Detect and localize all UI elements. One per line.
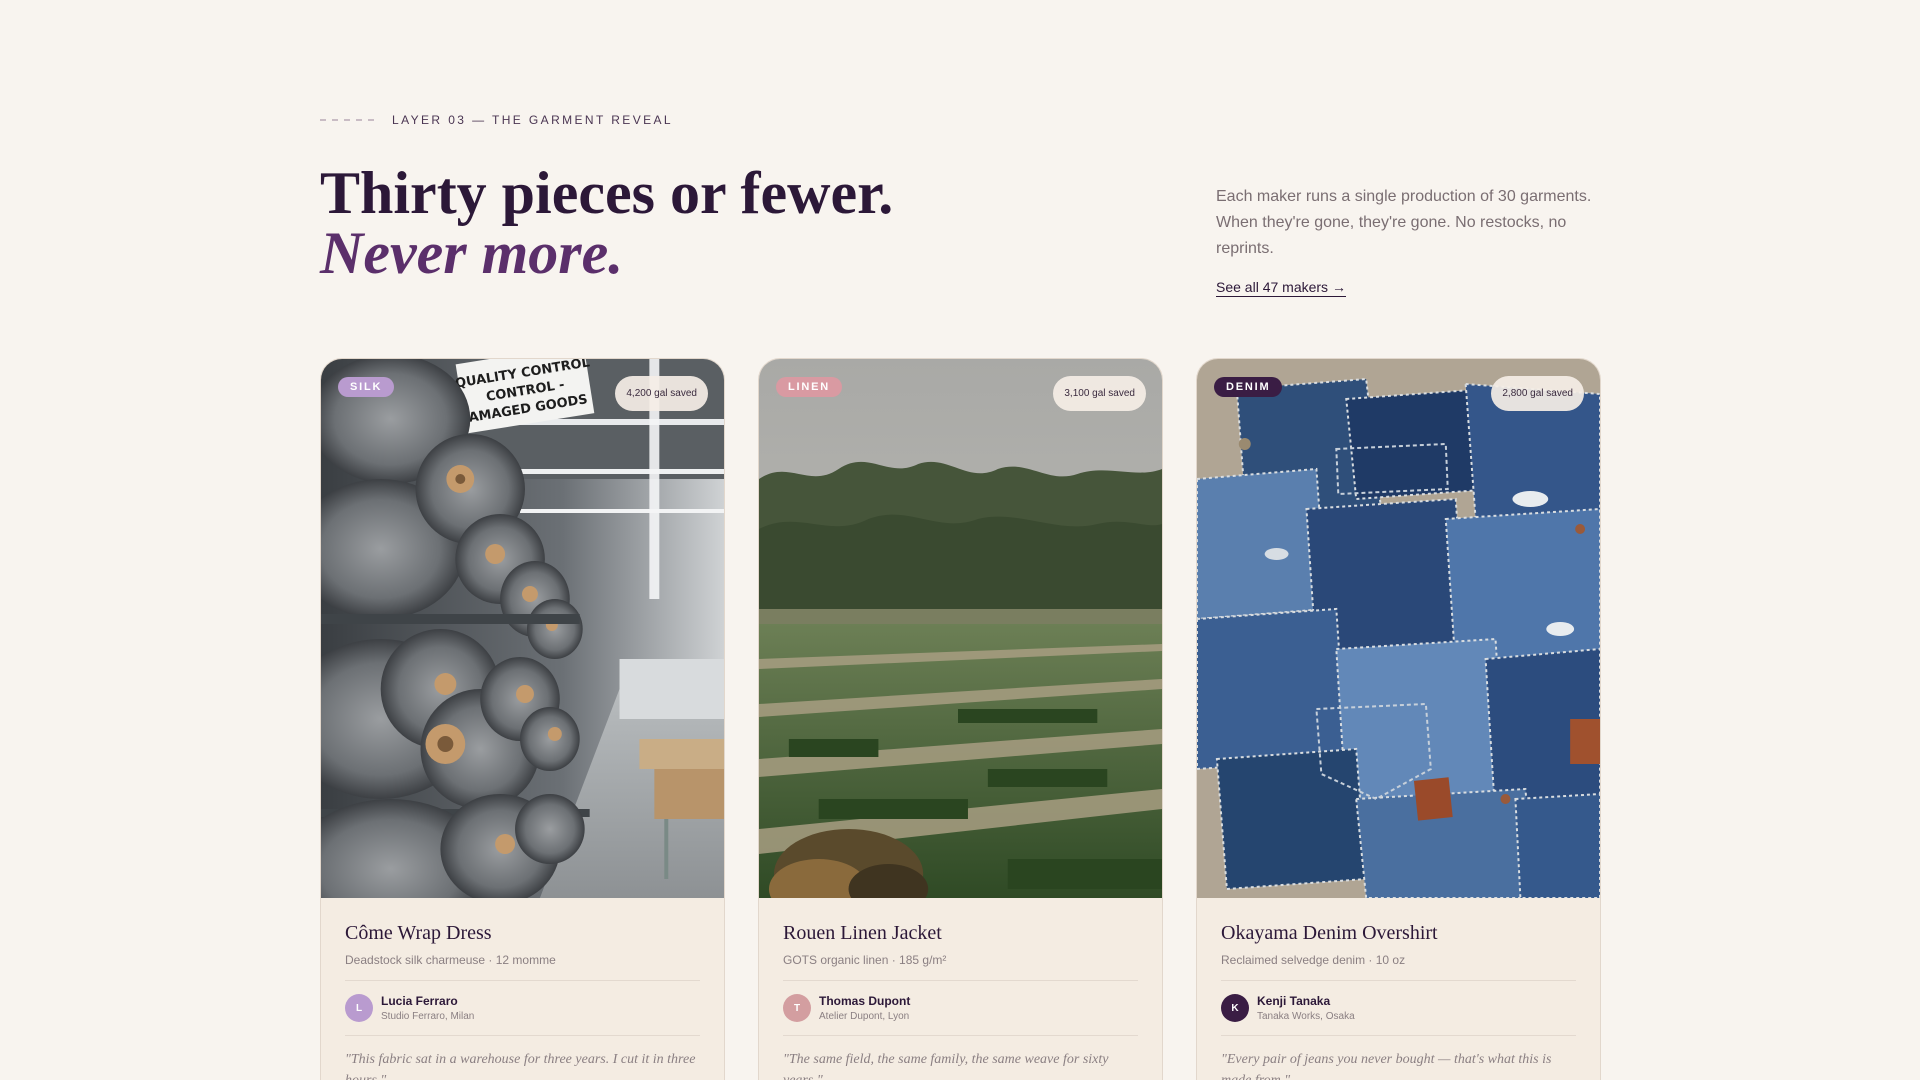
product-fabric: GOTS organic linen · 185 g/m² — [783, 953, 947, 967]
see-all-makers-link[interactable]: See all 47 makers → — [1216, 279, 1346, 297]
product-photo-denim: DENIM 2,800 gal saved — [1197, 359, 1600, 898]
product-title: Okayama Denim Overshirt — [1221, 922, 1438, 944]
fabric-tag-badge: SILK — [338, 377, 395, 397]
product-info: Okayama Denim Overshirt Reclaimed selved… — [1197, 898, 1600, 1080]
intro-aside: Each maker runs a single production of 3… — [1216, 184, 1600, 297]
fabric-tag-badge: DENIM — [1214, 377, 1283, 397]
section-eyebrow: LAYER 03 — THE GARMENT REVEAL — [320, 113, 673, 127]
garment-reveal-section: LAYER 03 — THE GARMENT REVEAL Thirty pie… — [320, 0, 1601, 1080]
product-title: Côme Wrap Dress — [345, 922, 492, 944]
divider — [1221, 980, 1576, 981]
product-card[interactable]: QUALITY CONTROL CONTROL - AMAGED GOODS S… — [320, 358, 725, 1080]
divider — [1221, 1035, 1576, 1036]
linen-field-image — [759, 359, 1162, 898]
dash-divider — [320, 119, 380, 121]
product-card[interactable]: DENIM 2,800 gal saved Okayama Denim Over… — [1196, 358, 1601, 1080]
maker-quote: "This fabric sat in a warehouse for thre… — [345, 1052, 696, 1080]
fabric-tag-badge: LINEN — [776, 377, 842, 397]
maker-row[interactable]: T Thomas Dupont Atelier Dupont, Lyon — [783, 994, 1138, 1022]
headline-line-2: Never more. — [320, 220, 624, 286]
product-fabric: Reclaimed selvedge denim · 10 oz — [1221, 953, 1406, 967]
water-saved-badge: 3,100 gal saved — [1053, 376, 1146, 411]
page-headline: Thirty pieces or fewer. Never more. — [320, 163, 893, 283]
product-info: Côme Wrap Dress Deadstock silk charmeuse… — [321, 898, 724, 1080]
denim-patchwork-image — [1197, 359, 1600, 898]
maker-name: Kenji Tanaka — [1257, 994, 1331, 1008]
water-saved-badge: 4,200 gal saved — [615, 376, 708, 411]
maker-avatar: L — [345, 994, 373, 1022]
product-card[interactable]: LINEN 3,100 gal saved Rouen Linen Jacket… — [758, 358, 1163, 1080]
maker-quote: "The same field, the same family, the sa… — [783, 1052, 1109, 1080]
divider — [783, 980, 1138, 981]
maker-name: Thomas Dupont — [819, 994, 911, 1008]
maker-studio: Studio Ferraro, Milan — [381, 1011, 475, 1022]
product-info: Rouen Linen Jacket GOTS organic linen · … — [759, 898, 1162, 1080]
water-saved-badge: 2,800 gal saved — [1491, 376, 1584, 411]
divider — [345, 1035, 700, 1036]
warehouse-fabric-rolls-image: QUALITY CONTROL CONTROL - AMAGED GOODS — [321, 359, 724, 898]
eyebrow-label: LAYER 03 — THE GARMENT REVEAL — [392, 113, 674, 127]
product-fabric: Deadstock silk charmeuse · 12 momme — [345, 953, 556, 967]
product-photo-field: LINEN 3,100 gal saved — [759, 359, 1162, 898]
divider — [345, 980, 700, 981]
headline-line-1: Thirty pieces or fewer. — [320, 160, 894, 226]
maker-studio: Tanaka Works, Osaka — [1257, 1011, 1355, 1022]
product-photo-warehouse: QUALITY CONTROL CONTROL - AMAGED GOODS S… — [321, 359, 724, 898]
divider — [783, 1035, 1138, 1036]
maker-quote: "Every pair of jeans you never bought — … — [1221, 1052, 1552, 1080]
product-card-grid: QUALITY CONTROL CONTROL - AMAGED GOODS S… — [320, 358, 1601, 1080]
maker-avatar: K — [1221, 994, 1249, 1022]
maker-row[interactable]: K Kenji Tanaka Tanaka Works, Osaka — [1221, 994, 1576, 1022]
maker-row[interactable]: L Lucia Ferraro Studio Ferraro, Milan — [345, 994, 700, 1022]
intro-description: Each maker runs a single production of 3… — [1216, 188, 1592, 257]
maker-studio: Atelier Dupont, Lyon — [819, 1011, 910, 1022]
maker-avatar: T — [783, 994, 811, 1022]
maker-name: Lucia Ferraro — [381, 994, 458, 1008]
product-title: Rouen Linen Jacket — [783, 922, 942, 944]
